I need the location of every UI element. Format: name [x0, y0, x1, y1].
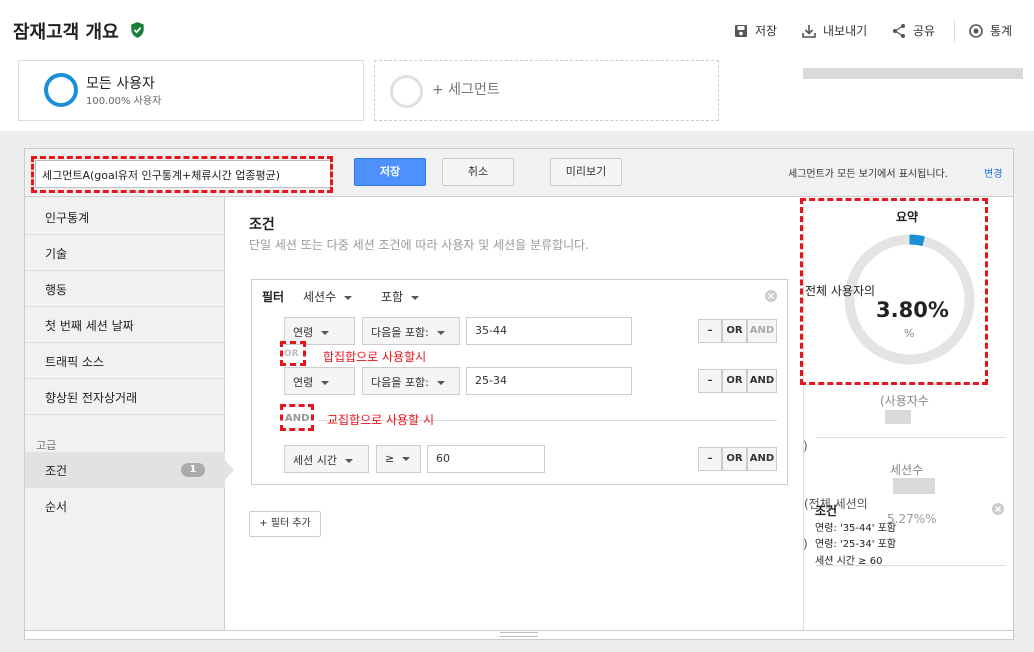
chevron-down-icon [402, 457, 411, 461]
filter-label: 필터 [262, 290, 285, 304]
operator-value: 다음을 포함: [371, 326, 429, 339]
add-segment-label: + 세그먼트 [432, 82, 500, 98]
sessions-label: 세션수 [890, 463, 924, 477]
chevron-down-icon [436, 331, 445, 335]
export-label: 내보내기 [823, 24, 868, 38]
remove-condition-button[interactable]: – [698, 319, 722, 343]
insights-label: 통계 [990, 24, 1013, 38]
chevron-down-icon [321, 331, 330, 335]
change-visibility-link[interactable]: 변경 [984, 165, 1002, 180]
insights-button[interactable]: 통계 [968, 22, 1012, 39]
dimension-value: 연령 [293, 326, 314, 339]
annotation-intersection-text: 교집합으로 사용할 시 [327, 413, 434, 427]
add-or-condition-button[interactable]: OR [722, 447, 747, 471]
users-count-redacted [885, 410, 911, 424]
annotation-box-or [280, 341, 306, 366]
annotation-box-summary [800, 198, 988, 385]
annotation-box-and [280, 404, 314, 431]
save-report-label: 저장 [755, 24, 778, 38]
header-divider [954, 20, 955, 42]
operator-dropdown[interactable]: 다음을 포함: [362, 317, 460, 345]
summary-divider [816, 437, 1006, 438]
sidebar-item-demographics[interactable]: 인구통계 [25, 199, 225, 235]
add-or-condition-button[interactable]: OR [722, 369, 747, 393]
remove-condition-button[interactable]: – [698, 369, 722, 393]
add-or-condition-button[interactable]: OR [722, 319, 747, 343]
chevron-down-icon [321, 381, 330, 385]
sidebar-item-behavior[interactable]: 행동 [25, 271, 225, 307]
sidebar-section-advanced: 고급 [36, 439, 57, 452]
insights-icon [969, 23, 983, 38]
resize-grip-handle[interactable] [500, 632, 538, 637]
download-icon [802, 24, 816, 38]
active-item-pointer [225, 460, 234, 480]
save-segment-button[interactable]: 저장 [354, 158, 426, 186]
add-and-condition-button[interactable]: AND [747, 447, 777, 471]
add-and-condition-button[interactable]: AND [747, 319, 777, 343]
add-segment-card[interactable] [374, 60, 719, 121]
chevron-down-icon [436, 381, 445, 385]
verified-shield-icon [131, 22, 144, 38]
chevron-down-icon [344, 459, 353, 463]
sidebar-item-technology[interactable]: 기술 [25, 235, 225, 271]
filter-mode-value: 포함 [381, 290, 404, 304]
dimension-dropdown[interactable]: 세션 시간 [284, 445, 369, 473]
summary-divider [816, 565, 1006, 566]
save-icon [735, 24, 747, 37]
filter-scope-value: 세션수 [303, 290, 337, 304]
annotation-box-segment-name [31, 156, 333, 193]
sidebar-item-enhanced-ecommerce[interactable]: 향상된 전자상거래 [25, 379, 225, 415]
paren-close: ) [803, 537, 808, 551]
paren-close: ) [803, 439, 808, 453]
add-and-condition-button[interactable]: AND [747, 369, 777, 393]
share-button[interactable]: 공유 [891, 22, 935, 39]
share-icon [893, 23, 905, 38]
visibility-note: 세그먼트가 모든 보기에서 표시됩니다. [788, 169, 948, 180]
operator-value: ≥ [385, 452, 395, 465]
conditions-description: 단일 세션 또는 다중 세션 조건에 따라 사용자 및 세션을 분류합니다. [249, 238, 590, 252]
sessions-count-redacted [893, 478, 935, 494]
close-tooltip-icon[interactable] [992, 503, 1004, 515]
condition-value-input[interactable]: 25-34 [466, 367, 632, 395]
tooltip-title: 조건 [815, 504, 838, 518]
tooltip-line: 연령: '35-44' 포함 [815, 523, 897, 534]
chevron-down-icon [344, 295, 353, 300]
operator-value: 다음을 포함: [371, 376, 429, 389]
cancel-button[interactable]: 취소 [442, 158, 514, 186]
conditions-count-badge: 1 [181, 463, 205, 477]
empty-segment-ring-icon [390, 75, 423, 108]
export-button[interactable]: 내보내기 [801, 22, 867, 39]
date-range-redacted[interactable] [803, 68, 1023, 79]
operator-dropdown[interactable]: ≥ [376, 445, 421, 473]
filter-scope-dropdown[interactable]: 세션수 [303, 288, 353, 305]
remove-filter-icon[interactable] [765, 290, 777, 302]
conditions-title: 조건 [249, 217, 275, 233]
editor-bottom-border [25, 630, 1013, 631]
page-title: 잠재고객 개요 [13, 22, 119, 43]
save-report-button[interactable]: 저장 [733, 22, 777, 39]
segment-ring-icon [44, 73, 78, 107]
segment-name: 모든 사용자 [86, 76, 155, 92]
sidebar-item-sequences[interactable]: 순서 [25, 488, 225, 524]
dimension-value: 세션 시간 [293, 454, 337, 467]
add-filter-button[interactable]: + 필터 추가 [249, 511, 321, 537]
sidebar-item-first-session-date[interactable]: 첫 번째 세션 날짜 [25, 307, 225, 343]
preview-button[interactable]: 미리보기 [550, 158, 622, 186]
dimension-value: 연령 [293, 376, 314, 389]
condition-value-input[interactable]: 35-44 [466, 317, 632, 345]
segment-share: 100.00% 사용자 [86, 96, 162, 107]
filter-mode-dropdown[interactable]: 포함 [381, 288, 420, 305]
annotation-union-text: 합집합으로 사용할시 [323, 350, 427, 364]
dimension-dropdown[interactable]: 연령 [284, 367, 355, 395]
sidebar-item-traffic-sources[interactable]: 트래픽 소스 [25, 343, 225, 379]
share-label: 공유 [913, 24, 936, 38]
users-count-label: (사용자수 [880, 394, 929, 408]
condition-value-input[interactable]: 60 [427, 445, 545, 473]
chevron-down-icon [411, 295, 420, 300]
operator-dropdown[interactable]: 다음을 포함: [362, 367, 460, 395]
tooltip-line: 연령: '25-34' 포함 [815, 539, 897, 550]
remove-condition-button[interactable]: – [698, 447, 722, 471]
